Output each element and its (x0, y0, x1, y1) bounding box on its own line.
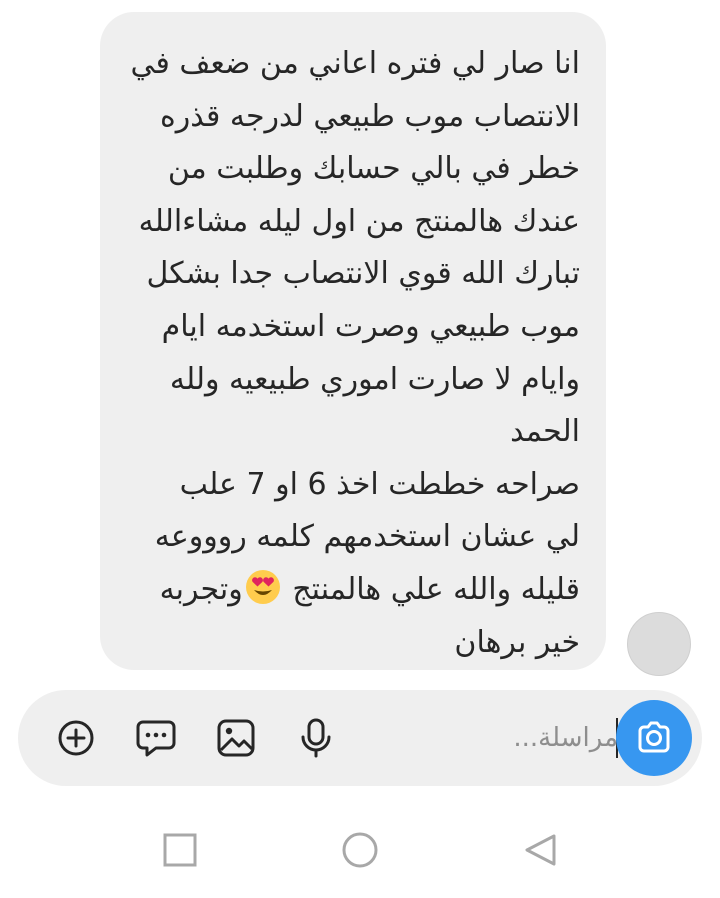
message-line: خطر في بالي حسابك وطلبت من (167, 151, 580, 187)
image-icon (217, 719, 255, 757)
camera-button[interactable] (616, 700, 692, 776)
recent-apps-icon (163, 833, 197, 867)
avatar[interactable] (627, 612, 691, 676)
back-button[interactable] (520, 830, 560, 870)
message-composer (18, 690, 702, 786)
message-text: وتجربه (159, 571, 243, 607)
message-input[interactable] (458, 712, 618, 764)
message-line: موب طبيعي وصرت استخدمه ايام (161, 308, 580, 344)
back-icon (525, 834, 556, 866)
add-circle-icon (58, 720, 94, 756)
message-line: عندك هالمنتج من اول ليله مشاءالله (138, 203, 580, 239)
heart-eyes-emoji-icon (245, 569, 280, 604)
home-icon (342, 832, 378, 868)
message-text: قليله والله علي هالمنتج (292, 571, 580, 607)
message-line: الحمد (510, 414, 580, 450)
message-line: انا صار لي فتره اعاني من ضعف في (130, 46, 580, 81)
chat-bubble-icon (136, 720, 176, 757)
home-button[interactable] (340, 830, 380, 870)
message-line: وايام لا صارت اموري طبيعيه ولله (169, 361, 580, 397)
gallery-button[interactable] (212, 714, 260, 762)
chat-options-button[interactable] (132, 714, 180, 762)
camera-icon (638, 721, 670, 753)
voice-message-button[interactable] (292, 714, 340, 762)
message-line: الانتصاب موب طبيعي لدرجه قذره (160, 98, 580, 134)
message-line: صراحه خططت اخذ 6 او 7 علب (179, 466, 580, 502)
message-line: خير برهان (454, 624, 580, 660)
add-button[interactable] (52, 714, 100, 762)
message-line: لي عشان استخدمهم كلمه روووعه (154, 519, 580, 555)
chat-thread: انا صار لي فتره اعاني من ضعف في الانتصاب… (0, 0, 720, 680)
system-navigation-bar (0, 800, 720, 898)
message-line: تبارك الله قوي الانتصاب جدا بشكل (146, 256, 580, 292)
message-line-with-emoji: قليله والله علي هالمنتج وتجربه (126, 564, 580, 617)
microphone-icon (301, 718, 331, 758)
recent-apps-button[interactable] (160, 830, 200, 870)
message-bubble[interactable]: انا صار لي فتره اعاني من ضعف في الانتصاب… (100, 12, 606, 670)
